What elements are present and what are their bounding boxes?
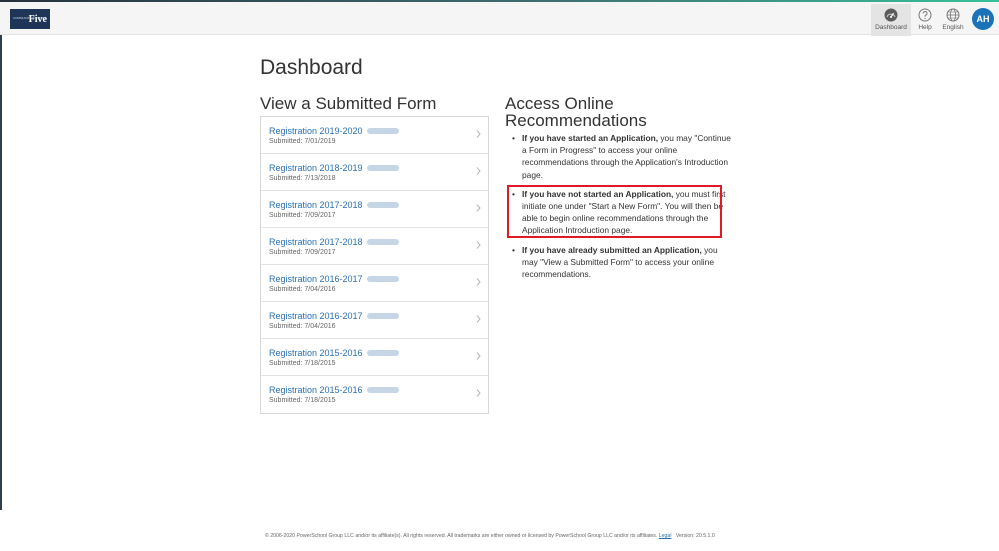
chevron-right-icon: [476, 167, 481, 175]
footer-version: Version: 20.5.1.0: [675, 533, 715, 539]
form-name: Registration 2018-2019: [269, 163, 363, 173]
recommendations-heading: Access Online Recommendations: [505, 95, 647, 129]
submitted-forms-list: Registration 2019-2020 Submitted: 7/01/2…: [260, 116, 489, 414]
form-list-item[interactable]: Registration 2017-2018 Submitted: 7/09/2…: [261, 228, 488, 265]
nav-language[interactable]: English: [939, 4, 967, 36]
page-title: Dashboard: [260, 56, 363, 79]
form-list-item[interactable]: Registration 2018-2019 Submitted: 7/13/2…: [261, 154, 488, 191]
form-name: Registration 2017-2018: [269, 237, 363, 247]
form-list-item[interactable]: Registration 2016-2017 Submitted: 7/04/2…: [261, 302, 488, 339]
nav-dashboard-label: Dashboard: [875, 24, 907, 31]
form-name: Registration 2016-2017: [269, 311, 363, 321]
form-submitted-date: Submitted: 7/09/2017: [269, 212, 336, 219]
footer-copyright: © 2006-2020 PowerSchool Group LLC and/or…: [265, 533, 658, 539]
redacted-name: [366, 313, 399, 319]
submitted-forms-heading: View a Submitted Form: [260, 94, 437, 113]
chevron-right-icon: [476, 130, 481, 138]
footer-legal-link[interactable]: Legal: [659, 533, 672, 539]
highlight-annotation-box: [507, 185, 722, 238]
redacted-name: [366, 202, 399, 208]
nav-language-label: English: [942, 24, 964, 31]
nav-dashboard[interactable]: Dashboard: [871, 4, 911, 36]
form-name: Registration 2015-2016: [269, 385, 363, 395]
form-submitted-date: Submitted: 7/09/2017: [269, 249, 336, 256]
form-submitted-date: Submitted: 7/18/2015: [269, 397, 336, 404]
nav-help[interactable]: Help: [913, 4, 937, 36]
form-submitted-date: Submitted: 7/13/2018: [269, 175, 336, 182]
chevron-right-icon: [476, 315, 481, 323]
recommendations-heading-line2: Recommendations: [505, 111, 647, 130]
form-name: Registration 2015-2016: [269, 348, 363, 358]
redacted-name: [366, 387, 399, 393]
redacted-name: [366, 350, 399, 356]
recommendation-bold: If you have started an Application,: [522, 133, 659, 143]
chevron-right-icon: [476, 278, 481, 286]
form-name: Registration 2019-2020: [269, 126, 363, 136]
form-list-item[interactable]: Registration 2017-2018 Submitted: 7/09/2…: [261, 191, 488, 228]
form-submitted-date: Submitted: 7/18/2015: [269, 360, 336, 367]
form-name: Registration 2017-2018: [269, 200, 363, 210]
redacted-name: [366, 239, 399, 245]
redacted-name: [366, 276, 399, 282]
redacted-name: [366, 165, 399, 171]
user-avatar[interactable]: AH: [972, 8, 994, 30]
top-navigation-bar: COMMUNITY SCHOOL Five Dashboard Help Eng…: [0, 2, 999, 36]
chevron-right-icon: [476, 352, 481, 360]
dashboard-gauge-icon: [884, 8, 898, 22]
recommendation-item: If you have already submitted an Applica…: [508, 244, 733, 281]
redacted-name: [366, 128, 399, 134]
help-icon: [918, 8, 932, 22]
form-submitted-date: Submitted: 7/04/2016: [269, 323, 336, 330]
nav-help-label: Help: [918, 24, 932, 31]
form-name: Registration 2016-2017: [269, 274, 363, 284]
form-submitted-date: Submitted: 7/04/2016: [269, 286, 336, 293]
recommendation-item: If you have started an Application, you …: [508, 132, 733, 181]
window-edge: [0, 0, 2, 510]
recommendation-bold: If you have already submitted an Applica…: [522, 244, 702, 255]
form-submitted-date: Submitted: 7/01/2019: [269, 138, 336, 145]
page-footer: © 2006-2020 PowerSchool Group LLC and/or…: [265, 533, 715, 539]
chevron-right-icon: [476, 241, 481, 249]
globe-icon: [946, 8, 960, 22]
form-list-item[interactable]: Registration 2015-2016 Submitted: 7/18/2…: [261, 376, 488, 413]
chevron-right-icon: [476, 204, 481, 212]
logo-small-text: COMMUNITY SCHOOL: [13, 16, 45, 20]
chevron-right-icon: [476, 389, 481, 397]
form-list-item[interactable]: Registration 2016-2017 Submitted: 7/04/2…: [261, 265, 488, 302]
form-list-item[interactable]: Registration 2019-2020 Submitted: 7/01/2…: [261, 117, 488, 154]
form-list-item[interactable]: Registration 2015-2016 Submitted: 7/18/2…: [261, 339, 488, 376]
school-logo[interactable]: COMMUNITY SCHOOL Five: [10, 9, 50, 29]
